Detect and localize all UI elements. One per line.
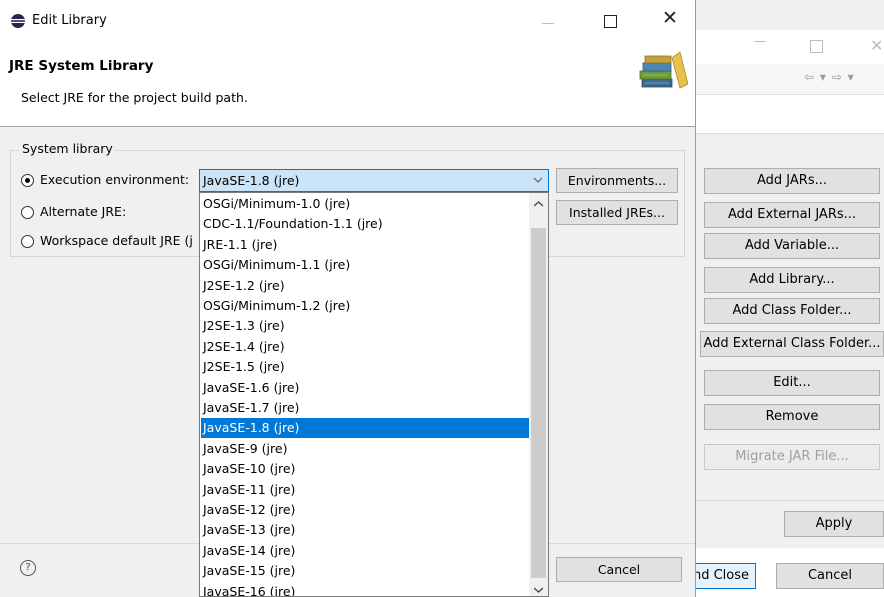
workspace-default-jre-label: Workspace default JRE (j: [40, 233, 193, 248]
combo-value: JavaSE-1.8 (jre): [203, 173, 300, 188]
background-window: ✕ ⇦ ▾ ⇨ ▾ Add JARs... Add External JARs.…: [686, 0, 884, 597]
group-label: System library: [20, 141, 115, 156]
alternate-jre-label: Alternate JRE:: [40, 204, 127, 219]
dropdown-item[interactable]: JavaSE-12 (jre): [201, 500, 531, 520]
dropdown-item[interactable]: J2SE-1.2 (jre): [201, 276, 531, 296]
dropdown-item[interactable]: JavaSE-1.8 (jre): [201, 418, 531, 439]
dropdown-item[interactable]: J2SE-1.5 (jre): [201, 357, 531, 377]
alternate-jre-radio[interactable]: [21, 206, 34, 219]
execution-environment-dropdown[interactable]: OSGi/Minimum-1.0 (jre) CDC-1.1/Foundation…: [199, 192, 549, 597]
dropdown-item[interactable]: JRE-1.1 (jre): [201, 235, 531, 255]
edit-button[interactable]: Edit...: [704, 370, 880, 396]
background-close-icon[interactable]: ✕: [870, 36, 883, 55]
library-books-icon: [639, 51, 688, 89]
header-description: Select JRE for the project build path.: [21, 90, 248, 105]
dropdown-item[interactable]: CDC-1.1/Foundation-1.1 (jre): [201, 214, 531, 234]
apply-button[interactable]: Apply: [784, 511, 884, 537]
dropdown-item[interactable]: JavaSE-10 (jre): [201, 459, 531, 479]
cancel-button[interactable]: Cancel: [556, 557, 682, 582]
dropdown-item[interactable]: JavaSE-11 (jre): [201, 480, 531, 500]
dropdown-item[interactable]: JavaSE-14 (jre): [201, 541, 531, 561]
divider: [686, 500, 884, 501]
scroll-down-icon[interactable]: [534, 585, 543, 594]
execution-environment-label: Execution environment:: [40, 172, 190, 187]
apply-and-close-button[interactable]: nd Close: [686, 563, 756, 589]
remove-button[interactable]: Remove: [704, 404, 880, 430]
installed-jres-button[interactable]: Installed JREs...: [556, 200, 678, 225]
dropdown-item[interactable]: OSGi/Minimum-1.1 (jre): [201, 255, 531, 275]
dropdown-item[interactable]: OSGi/Minimum-1.0 (jre): [201, 194, 531, 214]
add-external-jars-button[interactable]: Add External JARs...: [704, 202, 880, 228]
execution-environment-radio[interactable]: [21, 174, 34, 187]
add-class-folder-button[interactable]: Add Class Folder...: [704, 298, 880, 324]
background-cancel-button[interactable]: Cancel: [776, 563, 884, 589]
dropdown-item[interactable]: OSGi/Minimum-1.2 (jre): [201, 296, 531, 316]
add-variable-button[interactable]: Add Variable...: [704, 233, 880, 259]
help-icon[interactable]: ?: [20, 560, 36, 576]
background-tab-strip: [686, 95, 884, 133]
add-library-button[interactable]: Add Library...: [704, 267, 880, 293]
scrollbar-thumb[interactable]: [531, 228, 546, 578]
execution-environment-combo[interactable]: JavaSE-1.8 (jre): [199, 169, 549, 192]
dropdown-item[interactable]: JavaSE-1.6 (jre): [201, 378, 531, 398]
dropdown-item[interactable]: J2SE-1.3 (jre): [201, 316, 531, 336]
migrate-jar-file-button[interactable]: Migrate JAR File...: [704, 444, 880, 470]
dropdown-item[interactable]: JavaSE-13 (jre): [201, 520, 531, 540]
dropdown-item[interactable]: JavaSE-1.7 (jre): [201, 398, 531, 418]
dropdown-item[interactable]: JavaSE-16 (jre): [201, 582, 531, 596]
workspace-default-jre-radio[interactable]: [21, 235, 34, 248]
eclipse-icon: [11, 14, 25, 28]
scroll-up-icon[interactable]: [534, 200, 543, 209]
dropdown-item[interactable]: JavaSE-9 (jre): [201, 439, 531, 459]
environments-button[interactable]: Environments...: [556, 168, 678, 193]
dialog-title: Edit Library: [32, 13, 107, 28]
maximize-icon[interactable]: [604, 15, 617, 28]
add-jars-button[interactable]: Add JARs...: [704, 168, 880, 194]
dropdown-item[interactable]: J2SE-1.4 (jre): [201, 337, 531, 357]
divider: [0, 126, 695, 127]
header-title: JRE System Library: [9, 58, 154, 74]
divider: [686, 133, 884, 134]
background-minimize-icon[interactable]: [754, 41, 766, 42]
background-title-bar: [686, 30, 884, 64]
close-icon[interactable]: ✕: [662, 9, 678, 28]
minimize-icon[interactable]: [542, 23, 554, 24]
add-external-class-folder-button[interactable]: Add External Class Folder...: [700, 331, 884, 357]
dialog-title-bar: Edit Library ✕: [0, 0, 695, 44]
nav-arrows-icon[interactable]: ⇦ ▾ ⇨ ▾: [804, 70, 855, 84]
dialog-header: JRE System Library Select JRE for the pr…: [0, 44, 695, 126]
chevron-down-icon[interactable]: [534, 176, 542, 184]
dropdown-item[interactable]: JavaSE-15 (jre): [201, 561, 531, 581]
background-maximize-icon[interactable]: [810, 40, 823, 53]
dropdown-scrollbar[interactable]: [529, 193, 548, 596]
